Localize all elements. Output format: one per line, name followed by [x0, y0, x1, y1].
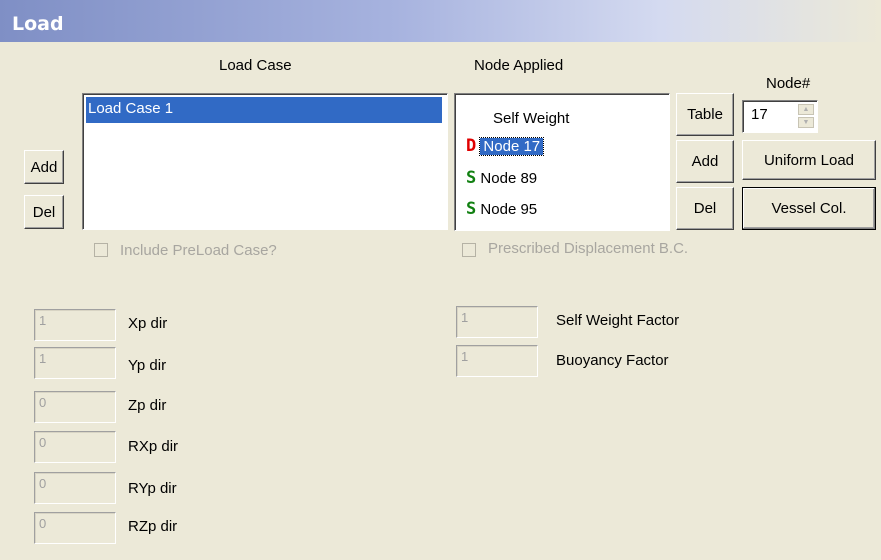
list-item-node-95[interactable]: S Node 95 [466, 199, 537, 219]
ryp-dir-input[interactable]: 0 [34, 472, 116, 504]
node-applied-header: Node Applied [474, 57, 564, 74]
buoyancy-factor-label: Buoyancy Factor [556, 352, 669, 369]
node-item-label: Node 89 [480, 170, 538, 187]
spring-s-icon: S [466, 168, 477, 188]
zp-dir-label: Zp dir [128, 397, 167, 414]
vessel-col-button[interactable]: Vessel Col. [742, 187, 876, 230]
rxp-dir-label: RXp dir [128, 438, 179, 455]
include-preload-checkbox[interactable] [94, 243, 108, 257]
load-case-add-button[interactable]: Add [24, 150, 64, 184]
list-item-node-89[interactable]: S Node 89 [466, 168, 537, 188]
displacement-d-icon: D [466, 136, 477, 156]
list-item-self-weight[interactable]: Self Weight [493, 110, 569, 127]
zp-dir-input[interactable]: 0 [34, 391, 116, 423]
prescribed-displacement-checkbox[interactable] [462, 243, 476, 257]
self-weight-factor-input[interactable]: 1 [456, 306, 538, 338]
ryp-dir-label: RYp dir [128, 480, 177, 497]
uniform-load-button[interactable]: Uniform Load [742, 140, 876, 180]
prescribed-displacement-label: Prescribed Displacement B.C. [488, 240, 689, 257]
load-case-del-button[interactable]: Del [24, 195, 64, 229]
node-del-button[interactable]: Del [676, 187, 734, 230]
spin-down-icon[interactable]: ▼ [798, 117, 814, 128]
node-number-label: Node# [766, 75, 811, 92]
include-preload-label: Include PreLoad Case? [120, 242, 277, 259]
window-title: Load [12, 13, 64, 35]
table-button[interactable]: Table [676, 93, 734, 136]
xp-dir-input[interactable]: 1 [34, 309, 116, 341]
rxp-dir-input[interactable]: 0 [34, 431, 116, 463]
yp-dir-input[interactable]: 1 [34, 347, 116, 379]
title-bar [0, 0, 881, 42]
node-item-label: Node 17 [479, 137, 545, 156]
xp-dir-label: Xp dir [128, 315, 168, 332]
spring-s-icon: S [466, 199, 477, 219]
buoyancy-factor-input[interactable]: 1 [456, 345, 538, 377]
yp-dir-label: Yp dir [128, 357, 167, 374]
list-item-node-17[interactable]: D Node 17 [466, 136, 545, 156]
list-item-load-case-1[interactable]: Load Case 1 [86, 97, 442, 123]
node-item-label: Self Weight [493, 110, 570, 127]
spin-up-icon[interactable]: ▲ [798, 104, 814, 115]
node-add-button[interactable]: Add [676, 140, 734, 183]
self-weight-factor-label: Self Weight Factor [556, 312, 680, 329]
node-item-label: Node 95 [480, 201, 538, 218]
rzp-dir-label: RZp dir [128, 518, 178, 535]
rzp-dir-input[interactable]: 0 [34, 512, 116, 544]
load-case-header: Load Case [219, 57, 292, 74]
